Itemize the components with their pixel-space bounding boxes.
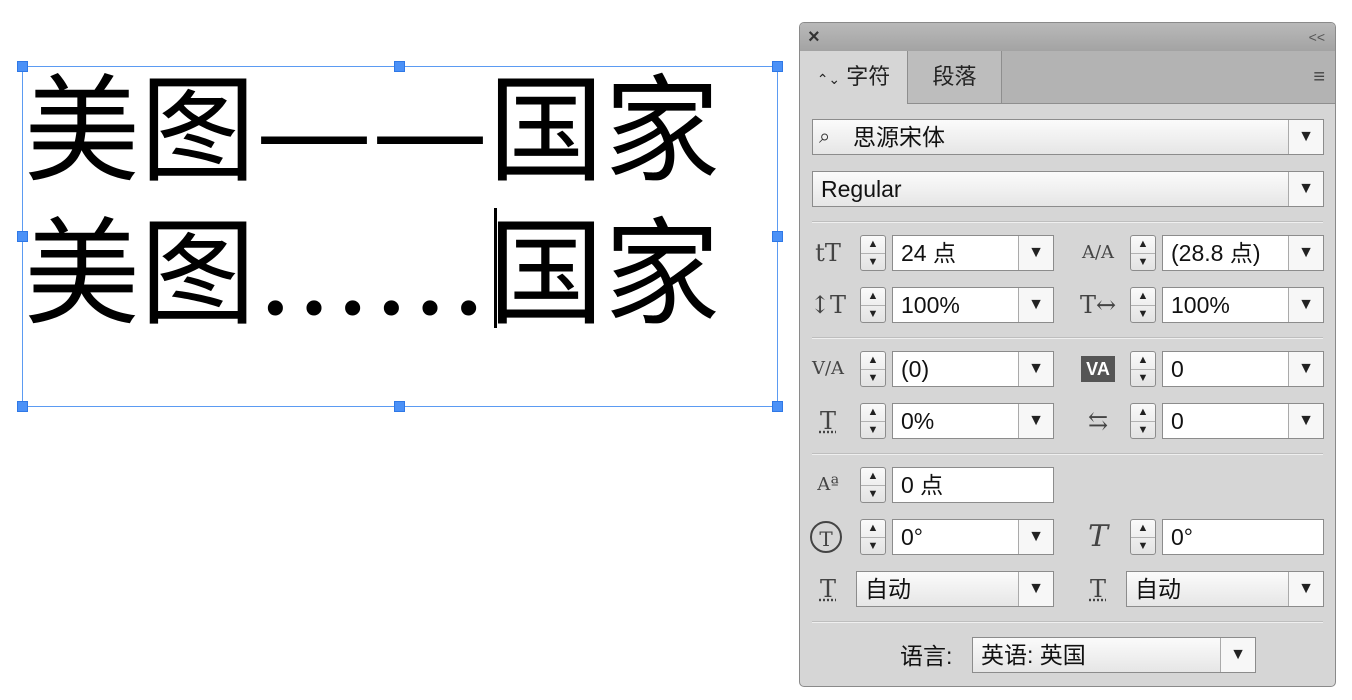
space-after-icon: T: [1089, 575, 1106, 603]
chevron-down-icon[interactable]: ▼: [1018, 520, 1053, 554]
baseline-shift-stepper[interactable]: ▲ ▼: [860, 467, 886, 503]
baseline-shift-input[interactable]: 0 点: [892, 467, 1054, 503]
language-select[interactable]: 英语: 英国 ▼: [972, 637, 1256, 673]
chevron-down-icon[interactable]: ▼: [1018, 236, 1053, 270]
chevron-down-icon[interactable]: ▼: [1220, 638, 1255, 672]
font-family-select[interactable]: ⌕ 思源宋体 ▼: [812, 119, 1324, 155]
horizontal-scale-stepper[interactable]: ▲ ▼: [1130, 287, 1156, 323]
chevron-down-icon[interactable]: ▼: [1288, 172, 1323, 206]
chevron-down-icon[interactable]: ▼: [1018, 288, 1053, 322]
rotation-icon: T: [810, 521, 842, 553]
tracking-stepper[interactable]: ▲ ▼: [1130, 351, 1156, 387]
font-style-value: Regular: [821, 176, 902, 202]
tsume-icon: T: [819, 407, 836, 435]
skew-input[interactable]: 0°: [1162, 519, 1324, 555]
vertical-scale-input[interactable]: 100% ▼: [892, 287, 1054, 323]
chevron-down-icon[interactable]: ▼: [1288, 352, 1323, 386]
leading-stepper[interactable]: ▲ ▼: [1130, 235, 1156, 271]
vertical-scale-stepper[interactable]: ▲ ▼: [860, 287, 886, 323]
text-line-2[interactable]: 美图……国家: [24, 205, 720, 345]
tracking-value: 0: [1171, 356, 1184, 382]
chevron-down-icon[interactable]: ▼: [1288, 120, 1323, 154]
font-size-input[interactable]: 24 点 ▼: [892, 235, 1054, 271]
aki-icon: ⇆: [1087, 407, 1109, 435]
tab-paragraph[interactable]: 段落: [908, 51, 1002, 103]
aki-value: 0: [1171, 408, 1184, 434]
tsume-input[interactable]: 0% ▼: [892, 403, 1054, 439]
skew-icon: T: [1087, 519, 1108, 554]
aki-input[interactable]: 0 ▼: [1162, 403, 1324, 439]
frame-handle-bottom-right[interactable]: [772, 401, 783, 412]
kerning-icon: V/A: [811, 358, 845, 379]
language-value: 英语: 英国: [981, 642, 1086, 668]
skew-stepper[interactable]: ▲ ▼: [1130, 519, 1156, 555]
kerning-value: (0): [901, 356, 930, 382]
space-before-icon: T: [819, 575, 836, 603]
chevron-down-icon[interactable]: ▼: [1018, 572, 1053, 606]
character-panel: × << ⌃⌄ 字符 段落 ≡ ⌕ 思源宋体 ▼ Regular ▼ tT ▲ ▼…: [799, 22, 1336, 687]
font-family-value: 思源宋体: [853, 124, 945, 150]
leading-icon: A/A: [1081, 242, 1115, 263]
insert-space-after-value: 自动: [1135, 576, 1181, 602]
chevron-down-icon[interactable]: ▼: [1018, 404, 1053, 438]
divider: [812, 453, 1323, 455]
chevron-down-icon[interactable]: ▼: [1288, 572, 1323, 606]
frame-handle-bottom-left[interactable]: [17, 401, 28, 412]
rotation-value: 0°: [901, 524, 923, 550]
frame-handle-bottom-middle[interactable]: [394, 401, 405, 412]
frame-handle-middle-right[interactable]: [772, 231, 783, 242]
baseline-shift-icon: Aª: [817, 474, 839, 495]
collapse-icon[interactable]: <<: [1309, 27, 1325, 47]
text-line-1[interactable]: 美图——国家: [24, 62, 720, 202]
skew-value: 0°: [1171, 524, 1193, 550]
insert-space-before-value: 自动: [865, 576, 911, 602]
tracking-icon: VA: [1081, 356, 1115, 382]
font-size-stepper[interactable]: ▲ ▼: [860, 235, 886, 271]
divider: [812, 337, 1323, 339]
vertical-scale-value: 100%: [901, 292, 960, 318]
font-size-value: 24 点: [901, 240, 956, 266]
tab-character[interactable]: ⌃⌄ 字符: [800, 51, 908, 104]
horizontal-scale-icon: T↔: [1079, 291, 1117, 319]
tab-paragraph-label: 段落: [932, 64, 977, 89]
chevron-down-icon[interactable]: ▼: [1288, 288, 1323, 322]
chevron-down-icon[interactable]: ▼: [1288, 236, 1323, 270]
tsume-value: 0%: [901, 408, 935, 434]
insert-space-after-select[interactable]: 自动 ▼: [1126, 571, 1324, 607]
tab-sort-arrows-icon: ⌃⌄: [816, 71, 841, 87]
kerning-stepper[interactable]: ▲ ▼: [860, 351, 886, 387]
frame-handle-top-right[interactable]: [772, 61, 783, 72]
chevron-down-icon[interactable]: ▼: [1018, 352, 1053, 386]
leading-value: (28.8 点): [1171, 240, 1261, 266]
baseline-shift-value: 0 点: [901, 472, 944, 498]
language-label: 语言:: [900, 643, 953, 669]
panel-tabbar: ⌃⌄ 字符 段落 ≡: [800, 51, 1335, 104]
tracking-input[interactable]: 0 ▼: [1162, 351, 1324, 387]
panel-titlebar[interactable]: × <<: [800, 23, 1335, 52]
tab-character-label: 字符: [846, 64, 891, 89]
rotation-stepper[interactable]: ▲ ▼: [860, 519, 886, 555]
close-icon[interactable]: ×: [808, 25, 820, 49]
rotation-input[interactable]: 0° ▼: [892, 519, 1054, 555]
text-caret: [494, 208, 497, 328]
insert-space-before-select[interactable]: 自动 ▼: [856, 571, 1054, 607]
horizontal-scale-value: 100%: [1171, 292, 1230, 318]
aki-stepper[interactable]: ▲ ▼: [1130, 403, 1156, 439]
divider: [812, 221, 1323, 223]
tsume-stepper[interactable]: ▲ ▼: [860, 403, 886, 439]
horizontal-scale-input[interactable]: 100% ▼: [1162, 287, 1324, 323]
panel-menu-icon[interactable]: ≡: [1313, 65, 1325, 89]
font-size-icon: tT: [815, 239, 841, 267]
vertical-scale-icon: ↕T: [809, 291, 847, 319]
chevron-down-icon[interactable]: ▼: [1288, 404, 1323, 438]
font-search-icon: ⌕: [819, 126, 831, 148]
kerning-input[interactable]: (0) ▼: [892, 351, 1054, 387]
leading-input[interactable]: (28.8 点) ▼: [1162, 235, 1324, 271]
divider: [812, 621, 1323, 623]
font-style-select[interactable]: Regular ▼: [812, 171, 1324, 207]
